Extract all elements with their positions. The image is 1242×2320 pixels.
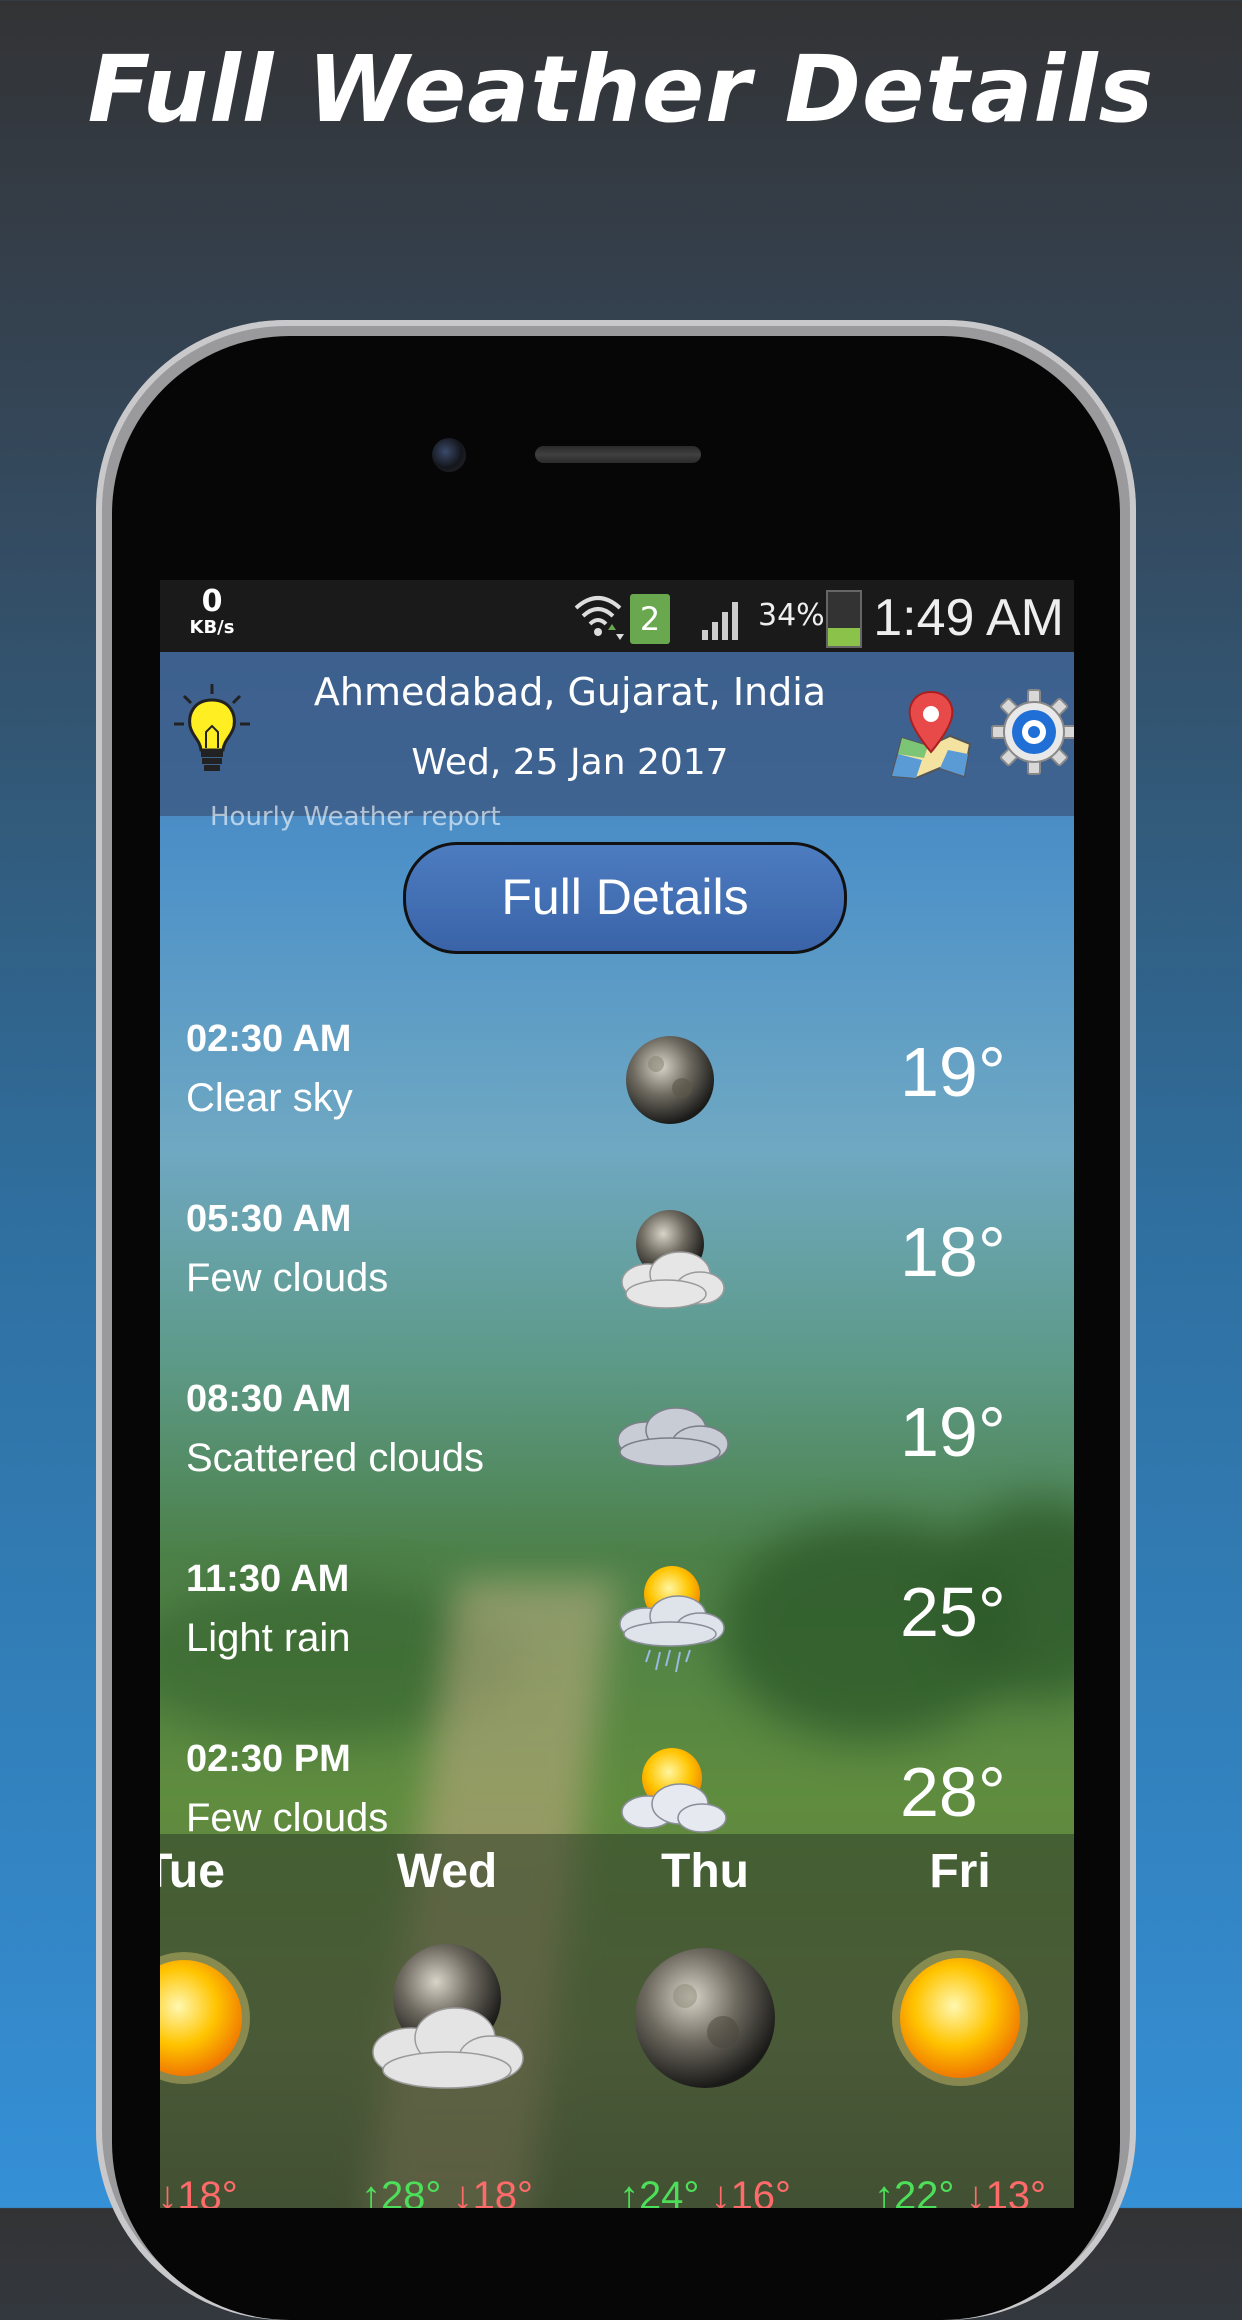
- hour-time: 11:30 AM: [186, 1558, 350, 1600]
- day-low: ↓18°: [160, 2174, 238, 2208]
- day-high: ↑24°: [618, 2174, 700, 2208]
- app-header: Ahmedabad, Gujarat, India Wed, 25 Jan 20…: [160, 652, 1074, 816]
- battery-percent: 34%: [758, 598, 825, 633]
- battery-fill: [828, 627, 860, 646]
- clock: 1:49 AM: [873, 589, 1064, 647]
- hour-temperature: 19°: [900, 1393, 1006, 1471]
- sun-icon: [892, 1950, 1028, 2086]
- day-low: ↓13°: [965, 2174, 1047, 2208]
- hour-temperature: 28°: [900, 1753, 1006, 1831]
- day-high: ↑22°: [873, 2174, 955, 2208]
- daily-forecast: Tue ° ↓18° Wed ↑28° ↓18°: [160, 1834, 1074, 2208]
- moon-icon: [626, 1036, 714, 1124]
- hour-time: 02:30 PM: [186, 1738, 351, 1780]
- section-label: Hourly Weather report: [210, 802, 501, 832]
- status-bar: 0 KB/s 2 34% 1:49 AM: [160, 580, 1074, 652]
- moon-cloud-icon: [621, 1210, 725, 1309]
- location-title: Ahmedabad, Gujarat, India: [313, 670, 827, 714]
- day-card[interactable]: Tue ° ↓18°: [160, 1834, 304, 2208]
- hourly-row: 11:30 AM Light rain 25°: [160, 1558, 1074, 1708]
- day-temperatures: ↑28° ↓18°: [327, 2174, 567, 2208]
- day-temperatures: ↑22° ↓13°: [840, 2174, 1074, 2208]
- moon-cloud-icon: [372, 1944, 524, 2089]
- hourly-row: 05:30 AM Few clouds 18°: [160, 1198, 1074, 1348]
- sim-badge: 2: [630, 594, 670, 644]
- day-temperatures: ° ↓18°: [160, 2174, 304, 2208]
- hour-description: Few clouds: [186, 1256, 389, 1300]
- front-camera: [432, 438, 466, 472]
- day-name: Wed: [396, 1845, 498, 1898]
- clouds-icon: [617, 1407, 729, 1467]
- day-name: Thu: [661, 1845, 749, 1898]
- day-card[interactable]: Wed ↑28° ↓18°: [327, 1834, 567, 2208]
- day-name: Fri: [929, 1845, 991, 1898]
- app-screen: 0 KB/s 2 34% 1:49 AM Ahmedabad, Gujarat,…: [160, 580, 1074, 2208]
- map-pin-icon[interactable]: [888, 688, 974, 780]
- net-speed: 0 KB/s: [182, 586, 242, 638]
- day-low: ↓16°: [710, 2174, 792, 2208]
- hour-time: 08:30 AM: [186, 1378, 352, 1420]
- headline: Full Weather Details: [87, 36, 1155, 143]
- sun-icon: [160, 1952, 250, 2084]
- day-card[interactable]: Thu ↑24° ↓16°: [585, 1834, 825, 2208]
- earpiece-speaker: [535, 446, 701, 463]
- hour-time: 05:30 AM: [186, 1198, 352, 1240]
- hour-temperature: 18°: [900, 1213, 1006, 1291]
- net-speed-value: 0: [201, 584, 223, 619]
- day-name: Tue: [160, 1845, 225, 1898]
- signal-icon: [702, 602, 738, 640]
- lightbulb-icon[interactable]: [172, 682, 252, 782]
- day-temperatures: ↑24° ↓16°: [585, 2174, 825, 2208]
- hourly-row: 02:30 AM Clear sky 19°: [160, 1018, 1074, 1168]
- battery-icon: [826, 590, 862, 648]
- wifi-icon: [574, 596, 624, 640]
- gear-icon[interactable]: [990, 688, 1074, 776]
- day-low: ↓18°: [452, 2174, 534, 2208]
- current-date: Wed, 25 Jan 2017: [411, 742, 729, 783]
- hour-description: Scattered clouds: [186, 1436, 484, 1480]
- sun-rain-icon: [619, 1566, 725, 1673]
- day-high: ↑28°: [360, 2174, 442, 2208]
- net-speed-unit: KB/s: [189, 617, 235, 638]
- day-card[interactable]: Fri ↑22° ↓13°: [840, 1834, 1074, 2208]
- hour-description: Clear sky: [186, 1076, 353, 1120]
- hour-description: Light rain: [186, 1616, 351, 1660]
- full-details-button[interactable]: Full Details: [403, 842, 847, 954]
- moon-icon: [635, 1948, 775, 2088]
- hour-temperature: 25°: [900, 1573, 1006, 1651]
- hourly-row: 08:30 AM Scattered clouds 19°: [160, 1378, 1074, 1528]
- hour-temperature: 19°: [900, 1033, 1006, 1111]
- hour-time: 02:30 AM: [186, 1018, 352, 1060]
